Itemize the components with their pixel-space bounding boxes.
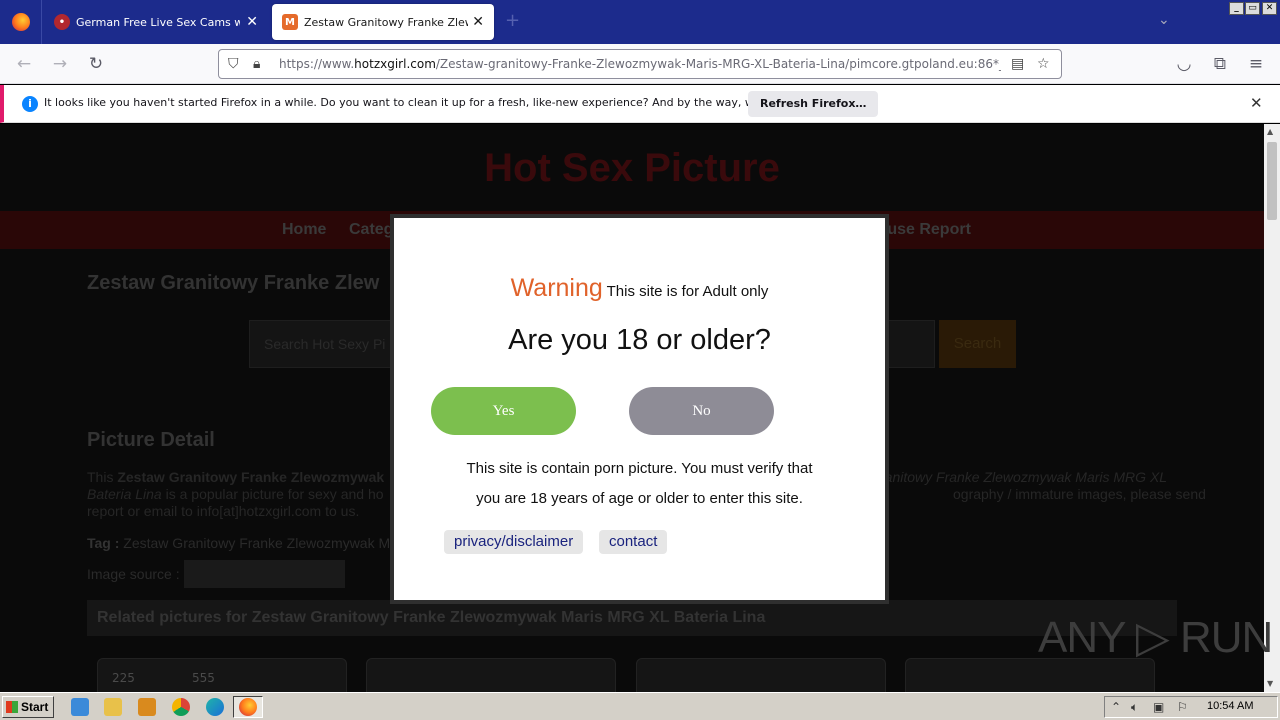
tab-zestaw-granitowy[interactable]: M Zestaw Granitowy Franke Zlewozm ✕ (272, 4, 494, 40)
detail-text-part: This (87, 469, 118, 485)
warning-text: This site is for Adult only (606, 283, 769, 300)
notification-bar: i It looks like you haven't started Fire… (0, 85, 1280, 123)
url-path: /Zestaw-granitowy-Franke-Zlewozmywak-Mar… (435, 57, 1001, 71)
chat-bubble-icon: • (54, 14, 70, 30)
reader-view-icon[interactable]: ▤ (1011, 55, 1024, 73)
age-verification-modal: Warning This site is for Adult only Are … (394, 218, 885, 600)
modal-description-line: This site is contain porn picture. You m… (466, 460, 813, 477)
tab-title: Zestaw Granitowy Franke Zlewozm (304, 15, 468, 29)
picture-detail-heading: Picture Detail (87, 429, 215, 451)
scroll-up-icon[interactable]: ▲ (1267, 127, 1273, 136)
back-arrow-icon[interactable]: ← (14, 54, 34, 74)
firefox-menu-button[interactable] (0, 0, 42, 44)
close-tab-icon[interactable]: ✕ (246, 15, 258, 29)
detail-text-part: ography / immature images, please send (953, 486, 1206, 502)
navigation-toolbar: ← → ↻ ⛉ 🔒︎ https://www.hotzxgirl.com/Zes… (0, 44, 1280, 84)
close-notification-icon[interactable]: ✕ (1250, 94, 1263, 112)
menu-categories[interactable]: Categ (349, 221, 393, 239)
pocket-icon[interactable]: ◡ (1174, 54, 1194, 74)
system-tray: ⌃ 🔈︎ ▣ ⚐ 10:54 AM (1104, 696, 1278, 718)
thumbnail-dimension: 225 (112, 671, 135, 685)
window-minimize-button[interactable]: _ (1229, 2, 1244, 15)
site-title[interactable]: Hot Sex Picture (0, 146, 1264, 191)
image-source-link[interactable] (184, 560, 345, 588)
warning-word: Warning (510, 274, 603, 302)
internet-explorer-icon[interactable] (71, 698, 89, 716)
chrome-icon[interactable] (172, 698, 190, 716)
tab-german-cams[interactable]: • German Free Live Sex Cams with N ✕ (44, 4, 268, 40)
image-source-label: Image source : (87, 566, 180, 582)
tab-title: German Free Live Sex Cams with N (76, 15, 240, 29)
related-thumbnail[interactable] (366, 658, 616, 692)
tab-strip: • German Free Live Sex Cams with N ✕ M Z… (0, 0, 1280, 44)
windows-taskbar: Start ⌃ 🔈︎ ▣ ⚐ 10:54 AM (0, 692, 1280, 720)
related-thumbnail[interactable]: 225 555 (97, 658, 347, 692)
firefox-logo-icon (11, 13, 30, 31)
windows-logo-icon (6, 701, 18, 713)
menu-home[interactable]: Home (282, 221, 326, 239)
modal-description: This site is contain porn picture. You m… (394, 454, 885, 514)
info-icon: i (22, 96, 38, 112)
close-tab-icon[interactable]: ✕ (472, 15, 484, 29)
window-restore-button[interactable]: ▭ (1245, 2, 1260, 15)
tag-line: Tag : Zestaw Granitowy Franke Zlewozmywa… (87, 535, 390, 551)
show-hidden-icons-icon[interactable]: ⌃ (1111, 700, 1121, 714)
search-button[interactable]: Search (939, 320, 1016, 368)
url-text[interactable]: https://www.hotzxgirl.com/Zestaw-granito… (279, 57, 1001, 71)
age-question: Are you 18 or older? (508, 324, 771, 356)
hamburger-menu-icon[interactable]: ≡ (1246, 54, 1266, 74)
related-title: Related pictures for Zestaw Granitowy Fr… (97, 609, 766, 626)
forward-arrow-icon[interactable]: → (50, 54, 70, 74)
media-player-icon[interactable] (138, 698, 156, 716)
action-center-flag-icon[interactable]: ⚐ (1177, 700, 1188, 714)
window-close-button[interactable]: ✕ (1262, 2, 1277, 15)
yes-button[interactable]: Yes (431, 387, 576, 435)
related-thumbnail[interactable] (636, 658, 886, 692)
tag-label: Tag : (87, 535, 120, 551)
modal-description-line: you are 18 years of age or older to ente… (476, 490, 803, 507)
firefox-taskbar-button[interactable] (233, 696, 263, 718)
volume-icon[interactable]: 🔈︎ (1131, 700, 1138, 715)
warning-line: Warning This site is for Adult only (394, 274, 885, 303)
detail-text-part: ranitowy Franke Zlewozmywak Maris MRG XL (880, 469, 1168, 485)
notification-text: It looks like you haven't started Firefo… (44, 96, 828, 109)
refresh-firefox-button[interactable]: Refresh Firefox… (748, 91, 879, 117)
page-heading: Zestaw Granitowy Franke Zlew (87, 272, 380, 294)
contact-link[interactable]: contact (599, 530, 668, 554)
file-explorer-icon[interactable] (104, 698, 122, 716)
detail-text-part: Bateria Lina (87, 486, 162, 502)
related-thumbnail[interactable] (905, 658, 1155, 692)
no-button[interactable]: No (629, 387, 774, 435)
list-all-tabs-button[interactable]: ⌄ (1158, 12, 1170, 28)
detail-text-part: is a popular picture for sexy and ho (161, 486, 384, 502)
m-logo-icon: M (282, 14, 298, 30)
thumbnail-dimension: 555 (192, 671, 215, 685)
new-tab-button[interactable]: + (505, 10, 520, 31)
url-prefix: https://www. (279, 57, 355, 71)
url-bar[interactable]: ⛉ 🔒︎ https://www.hotzxgirl.com/Zestaw-gr… (218, 49, 1062, 79)
url-host: hotzxgirl.com (354, 57, 436, 71)
privacy-disclaimer-link[interactable]: privacy/disclaimer (444, 530, 584, 554)
tag-link[interactable]: Zestaw Granitowy Franke Zlewozmywak M (123, 535, 390, 551)
detail-title-bold: Zestaw Granitowy Franke Zlewozmywak (117, 469, 385, 485)
bookmark-star-icon[interactable]: ☆ (1037, 55, 1050, 73)
network-icon[interactable]: ▣ (1153, 700, 1164, 714)
firefox-icon (239, 698, 257, 716)
clock[interactable]: 10:54 AM (1207, 700, 1253, 712)
edge-icon[interactable] (206, 698, 224, 716)
page-scrollbar[interactable]: ▲ ▼ (1264, 124, 1280, 692)
related-header: Related pictures for Zestaw Granitowy Fr… (87, 600, 1177, 636)
scroll-down-icon[interactable]: ▼ (1267, 679, 1273, 688)
start-button[interactable]: Start (2, 696, 54, 718)
reload-icon[interactable]: ↻ (86, 54, 106, 74)
search-placeholder: Search Hot Sexy Pi (264, 336, 386, 352)
lock-icon[interactable]: 🔒︎ (253, 55, 260, 73)
scrollbar-thumb[interactable] (1267, 142, 1277, 220)
tracking-shield-icon[interactable]: ⛉ (228, 55, 239, 73)
anyrun-watermark: ANY ▷ RUN (1038, 613, 1273, 662)
start-label: Start (21, 700, 49, 714)
detail-text-part: report or email to info[at]hotzxgirl.com… (87, 503, 360, 519)
extensions-icon[interactable]: ⧉ (1210, 54, 1230, 74)
